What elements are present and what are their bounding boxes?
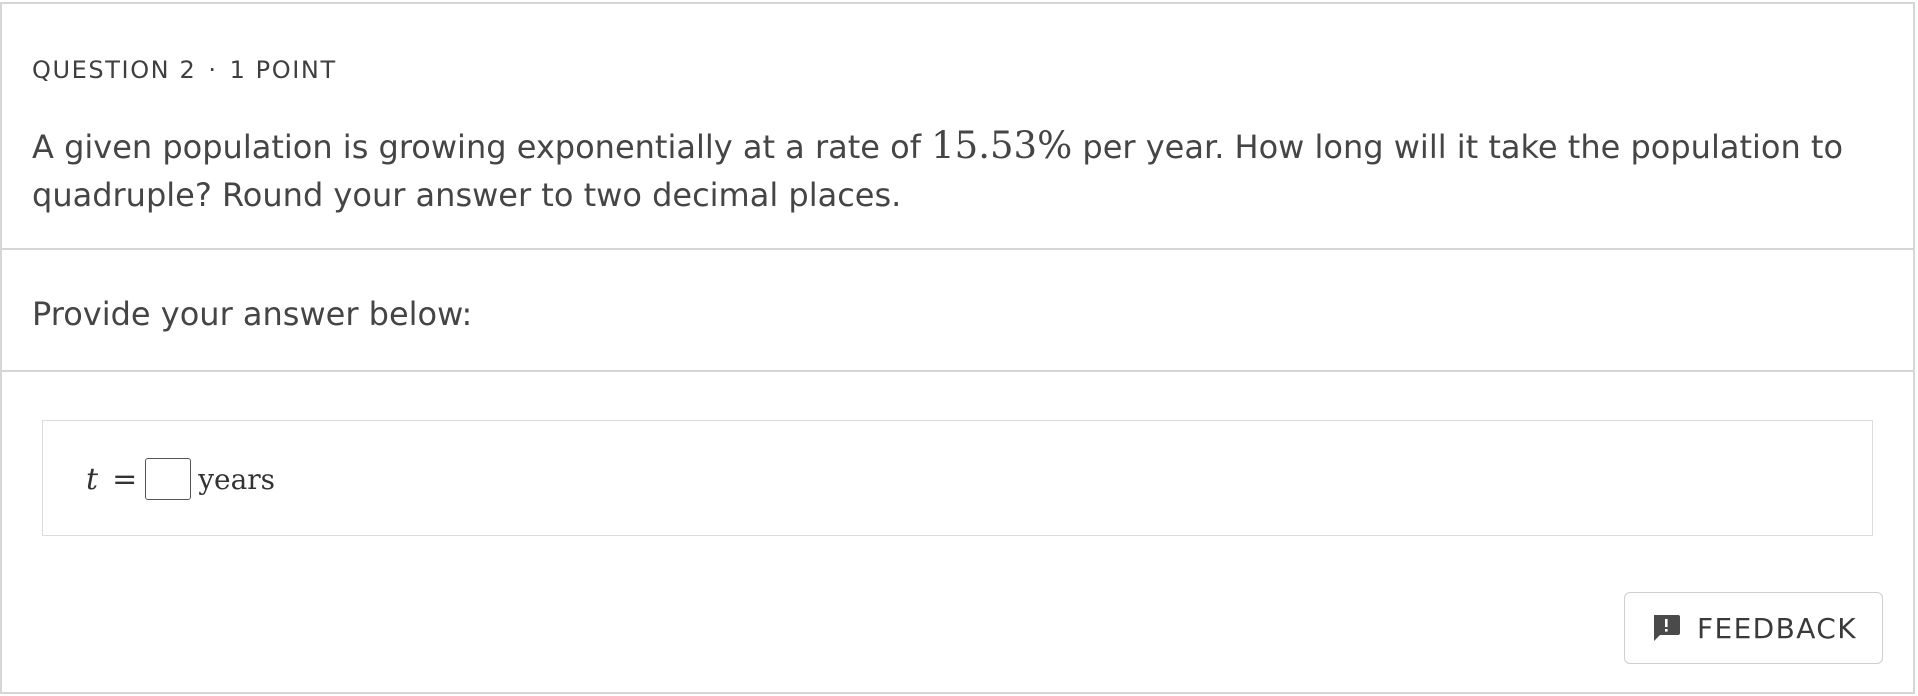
question-number: QUESTION 2 (32, 56, 197, 84)
question-card: QUESTION 2 · 1 POINT A given population is… (0, 2, 1915, 694)
question-section: QUESTION 2 · 1 POINT A given population is… (2, 4, 1913, 250)
feedback-button[interactable]: FEEDBACK (1624, 592, 1883, 664)
answer-variable: t (86, 461, 99, 497)
answer-unit: years (198, 462, 276, 496)
answer-input[interactable] (145, 458, 192, 500)
question-points: 1 POINT (229, 56, 337, 84)
prompt-text-start: A given population is growing exponentia… (32, 128, 932, 166)
rate-value: 15.53% (931, 124, 1073, 167)
answer-box: t = years (42, 420, 1873, 536)
question-prompt: A given population is growing exponentia… (32, 122, 1902, 219)
header-separator: · (208, 56, 218, 84)
question-header: QUESTION 2 · 1 POINT (32, 56, 337, 84)
equals-sign: = (112, 461, 138, 497)
answer-equation: t = years (86, 455, 275, 503)
answer-instructions-section: Provide your answer below: (2, 250, 1913, 372)
feedback-label: FEEDBACK (1696, 611, 1858, 645)
answer-instructions: Provide your answer below: (32, 295, 473, 333)
feedback-icon (1650, 612, 1682, 644)
